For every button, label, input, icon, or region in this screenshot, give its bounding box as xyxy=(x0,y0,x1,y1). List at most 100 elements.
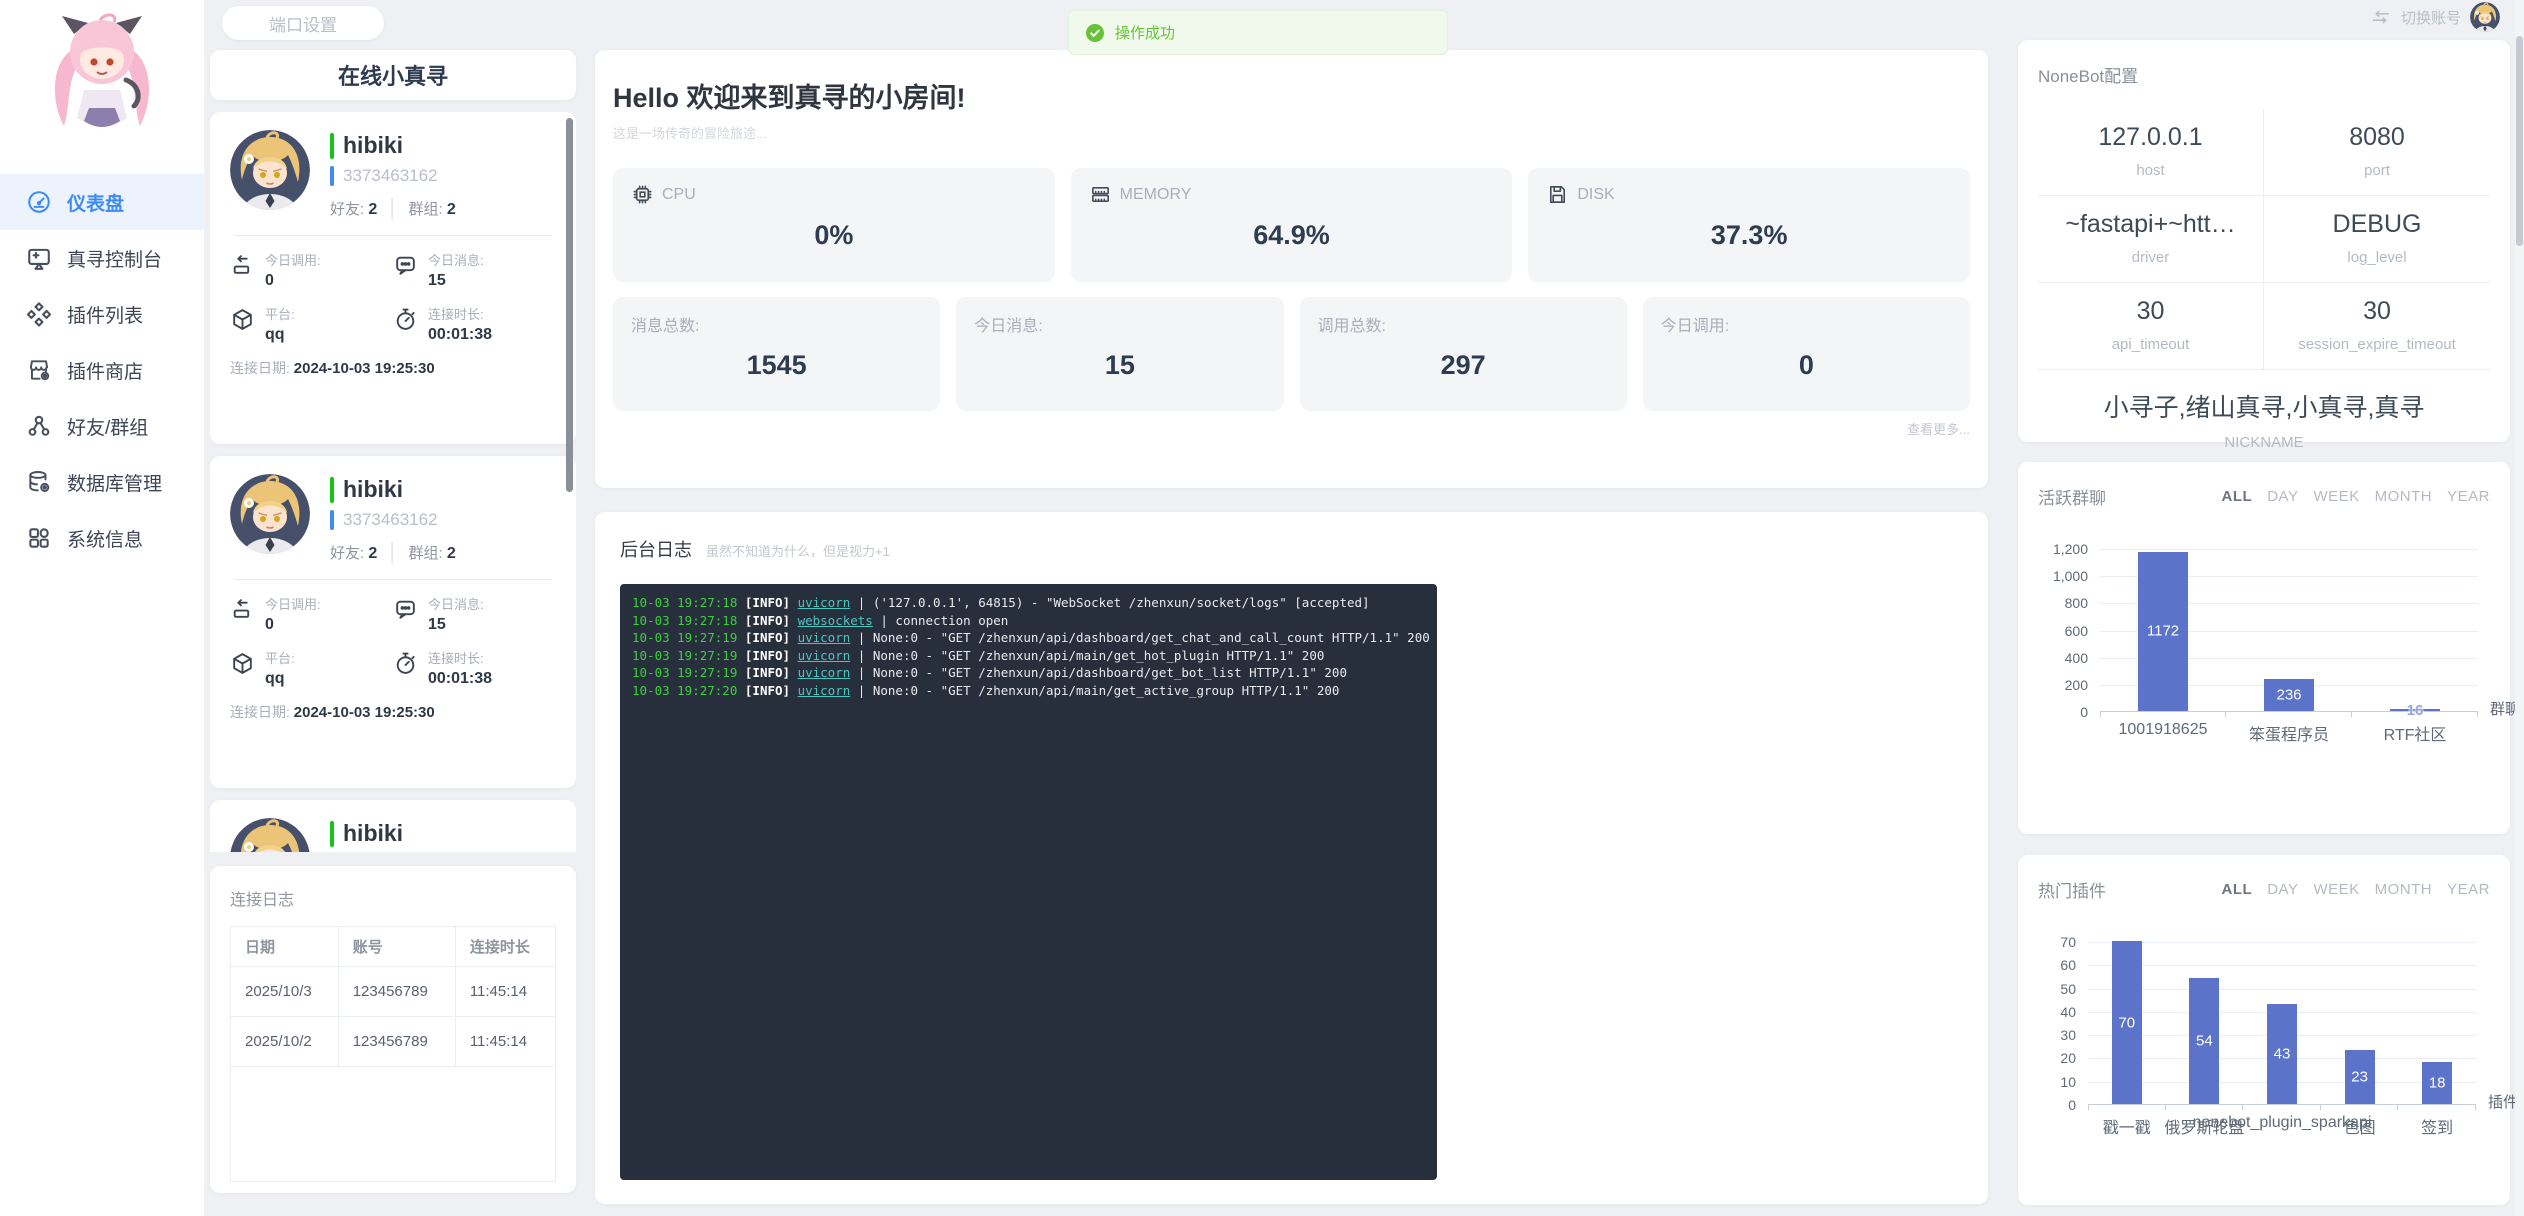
connect-date-value: 2024-10-03 19:25:30 xyxy=(294,360,435,377)
call-icon xyxy=(230,597,255,622)
x-category-label: 签到 xyxy=(2421,1114,2453,1138)
port-settings-button[interactable]: 端口设置 xyxy=(222,6,384,40)
sidebar-item-friends-groups[interactable]: 好友/群组 xyxy=(0,398,204,454)
tab-month[interactable]: MONTH xyxy=(2375,488,2433,505)
stat-label: MEMORY xyxy=(1120,186,1192,204)
tab-day[interactable]: DAY xyxy=(2267,881,2298,898)
bar-色图: 23 xyxy=(2345,1050,2375,1104)
bot-avatar xyxy=(230,818,310,852)
tab-year[interactable]: YEAR xyxy=(2447,881,2490,898)
sidebar-item-label: 好友/群组 xyxy=(67,413,148,440)
active-groups-chart-panel: 活跃群聊 ALLDAYWEEKMONTHYEAR 02004006008001,… xyxy=(2018,462,2510,834)
x-category-label: 戳一戳 xyxy=(2103,1114,2151,1138)
tab-all[interactable]: ALL xyxy=(2222,881,2253,898)
user-avatar[interactable] xyxy=(2470,2,2500,32)
hot-plugins-chart-panel: 热门插件 ALL DAY WEEK MONTH YEAR 010203040506070… xyxy=(2018,855,2510,1205)
call-icon xyxy=(230,253,255,278)
stat-label: 今日调用: xyxy=(1661,312,1729,336)
table-cell: 123456789 xyxy=(338,967,455,1017)
bar-1001918625: 1172 xyxy=(2138,552,2188,711)
table-row: 2025/10/212345678911:45:14 xyxy=(231,1017,556,1067)
connection-log-title: 连接日志 xyxy=(230,886,556,910)
y-tick-label: 1,200 xyxy=(2038,541,2088,557)
total-messages-card: 消息总数: 1545 xyxy=(613,297,940,411)
x-category-label: 色图 xyxy=(2344,1114,2376,1138)
tab-month[interactable]: MONTH xyxy=(2375,881,2433,898)
stat-label: 消息总数: xyxy=(631,312,699,336)
name-marker xyxy=(330,821,334,847)
sidebar-item-label: 插件列表 xyxy=(67,301,143,328)
column-header: 连接时长 xyxy=(455,927,555,967)
connection-log-table: 日期账号连接时长 2025/10/312345678911:45:142025/… xyxy=(230,926,556,1182)
config-cell-host: 127.0.0.1 host xyxy=(2038,109,2264,196)
page-scrollbar-thumb[interactable] xyxy=(2516,36,2523,246)
success-toast: 操作成功 xyxy=(1068,10,1448,55)
cpu-icon xyxy=(631,183,654,206)
table-row: 2025/10/312345678911:45:14 xyxy=(231,967,556,1017)
bot-stat-duration: 连接时长:00:01:38 xyxy=(393,304,556,344)
tab-all[interactable]: ALL xyxy=(2222,488,2253,505)
config-label: NICKNAME xyxy=(2038,434,2490,451)
tab-week[interactable]: WEEK xyxy=(2313,881,2359,898)
config-value: 30 xyxy=(2270,297,2484,326)
config-label: port xyxy=(2270,162,2484,179)
bot-stat-messages: 今日消息:15 xyxy=(393,250,556,290)
hot-plugins-chart: 01020304050607070戳一戳54俄罗斯轮盘43nonebot_plu… xyxy=(2088,942,2490,1105)
config-panel-title: NoneBot配置 xyxy=(2038,62,2490,87)
stat-label: 今日消息: xyxy=(974,312,1042,336)
disk-value: 37.3% xyxy=(1546,220,1952,251)
y-tick-label: 10 xyxy=(2038,1074,2076,1090)
page-scrollbar-track[interactable] xyxy=(2515,0,2524,1216)
view-more-link[interactable]: 查看更多... xyxy=(613,419,1970,438)
config-cell-log-level: DEBUG log_level xyxy=(2264,196,2490,283)
bot-card[interactable]: hibiki 3373463162 好友: 2 │ 群组: 2 xyxy=(210,800,576,852)
stopwatch-icon xyxy=(393,651,418,676)
cpu-stat-card: CPU 0% xyxy=(613,168,1055,282)
bot-name: hibiki xyxy=(343,132,403,159)
chart-title: 活跃群聊 xyxy=(2038,484,2106,509)
bot-column: 端口设置 在线小真寻 hibiki 3373463162 好友: 2 │ 群组 xyxy=(210,0,576,1193)
switch-account-control[interactable]: 切换账号 xyxy=(2370,0,2500,34)
cpu-value: 0% xyxy=(631,220,1037,251)
table-cell: 2025/10/2 xyxy=(231,1017,339,1067)
sidebar-item-system-info[interactable]: 系统信息 xyxy=(0,510,204,566)
toast-message: 操作成功 xyxy=(1115,22,1175,43)
disk-stat-card: DISK 37.3% xyxy=(1528,168,1970,282)
bar-nonebot_plugin_sparkapi: 43 xyxy=(2267,1004,2297,1104)
bot-card[interactable]: hibiki 3373463162 好友: 2 │ 群组: 2 xyxy=(210,456,576,788)
backend-log-title: 后台日志 xyxy=(620,536,692,562)
sidebar-item-plugin-list[interactable]: 插件列表 xyxy=(0,286,204,342)
message-icon xyxy=(393,597,418,622)
grid-icon xyxy=(26,525,52,551)
bot-card[interactable]: hibiki 3373463162 好友: 2 │ 群组: 2 xyxy=(210,112,576,444)
config-label: api_timeout xyxy=(2044,336,2257,353)
x-category-label: RTF社区 xyxy=(2384,721,2447,745)
chart-range-tabs: ALL DAY WEEK MONTH YEAR xyxy=(2222,881,2490,898)
sidebar-item-console[interactable]: 真寻控制台 xyxy=(0,230,204,286)
switch-account-label: 切换账号 xyxy=(2401,7,2461,28)
sidebar-item-plugin-store[interactable]: 插件商店 xyxy=(0,342,204,398)
bot-list-scrollbar[interactable] xyxy=(566,118,573,492)
tab-day[interactable]: DAY xyxy=(2267,488,2298,505)
chart-title: 热门插件 xyxy=(2038,877,2106,902)
config-value: 8080 xyxy=(2270,123,2484,152)
x-category-label: 笨蛋程序员 xyxy=(2249,721,2329,745)
y-tick-label: 40 xyxy=(2038,1004,2076,1020)
tab-week[interactable]: WEEK xyxy=(2313,488,2359,505)
system-stats-row: CPU 0% MEMORY 64.9% xyxy=(613,168,1970,282)
bot-avatar xyxy=(230,474,310,554)
id-marker xyxy=(330,510,334,530)
bar-笨蛋程序员: 236 xyxy=(2264,679,2314,711)
today-messages-card: 今日消息: 15 xyxy=(956,297,1283,411)
bot-id: 3373463162 xyxy=(343,510,438,530)
log-console[interactable]: 10-03 19:27:18 [INFO] uvicorn | ('127.0.… xyxy=(620,584,1437,1180)
bot-stat-duration: 连接时长:00:01:38 xyxy=(393,648,556,688)
bot-id: 3373463162 xyxy=(343,166,438,186)
sidebar-item-dashboard[interactable]: 仪表盘 xyxy=(0,174,204,230)
bot-avatar xyxy=(230,130,310,210)
bot-name: hibiki xyxy=(343,820,403,847)
config-value: 30 xyxy=(2044,297,2257,326)
sidebar-item-database[interactable]: 数据库管理 xyxy=(0,454,204,510)
tab-year[interactable]: YEAR xyxy=(2447,488,2490,505)
chart-range-tabs: ALL DAY WEEK MONTH YEAR xyxy=(2222,488,2490,505)
